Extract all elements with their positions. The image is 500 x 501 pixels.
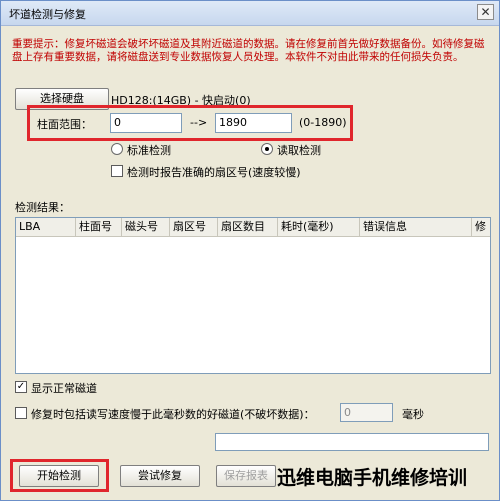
cylinder-range-hint: (0-1890)	[299, 116, 347, 129]
radio-selected-dot	[265, 147, 269, 151]
results-table-header: LBA 柱面号 磁头号 扇区号 扇区数目 耗时(毫秒) 错误信息 修	[16, 218, 490, 237]
cylinder-from-input[interactable]: 0	[110, 113, 182, 133]
standard-check-label: 标准检测	[127, 144, 171, 157]
show-normal-checkbox[interactable]: ✓	[15, 381, 27, 393]
read-check-label: 读取检测	[277, 144, 321, 157]
repair-slow-checkbox[interactable]	[15, 407, 27, 419]
column-lba[interactable]: LBA	[16, 218, 76, 236]
results-table[interactable]: LBA 柱面号 磁头号 扇区号 扇区数目 耗时(毫秒) 错误信息 修	[15, 217, 491, 374]
column-sector[interactable]: 扇区号	[170, 218, 218, 236]
title-bar: 坏道检测与修复 ✕	[1, 1, 499, 26]
column-repair[interactable]: 修	[472, 218, 490, 236]
report-sector-label: 检测时报告准确的扇区号(速度较慢)	[127, 166, 301, 179]
cylinder-to-input[interactable]: 1890	[215, 113, 292, 133]
cylinder-range-label: 柱面范围：	[37, 118, 92, 131]
close-button[interactable]: ✕	[477, 4, 494, 20]
column-elapsed[interactable]: 耗时(毫秒)	[278, 218, 360, 236]
show-normal-label: 显示正常磁道	[31, 382, 97, 395]
column-error[interactable]: 错误信息	[360, 218, 472, 236]
slow-ms-input[interactable]: 0	[340, 403, 393, 422]
standard-check-radio[interactable]	[111, 143, 123, 155]
warning-text: 重要提示：修复坏磁道会破坏坏磁道及其附近磁道的数据。请在修复前首先做好数据备份。…	[12, 38, 485, 63]
save-report-button[interactable]: 保存报表	[216, 465, 276, 487]
progress-bar	[215, 433, 489, 451]
report-sector-checkbox[interactable]	[111, 165, 123, 177]
start-check-button[interactable]: 开始检测	[19, 465, 99, 487]
repair-slow-label: 修复时包括读写速度慢于此毫秒数的好磁道(不破坏数据)：	[31, 408, 315, 421]
results-label: 检测结果：	[15, 201, 70, 214]
column-cylinder[interactable]: 柱面号	[76, 218, 122, 236]
range-arrow: -->	[190, 116, 208, 129]
window-title: 坏道检测与修复	[9, 8, 86, 21]
column-sector-count[interactable]: 扇区数目	[218, 218, 278, 236]
ms-unit: 毫秒	[402, 408, 424, 421]
read-check-radio[interactable]	[261, 143, 273, 155]
try-repair-button[interactable]: 尝试修复	[120, 465, 200, 487]
column-head[interactable]: 磁头号	[122, 218, 170, 236]
disk-info: HD128:(14GB) - 快启动(0)	[111, 94, 251, 107]
select-disk-button[interactable]: 选择硬盘	[15, 88, 109, 110]
bad-track-dialog: 坏道检测与修复 ✕ 重要提示：修复坏磁道会破坏坏磁道及其附近磁道的数据。请在修复…	[0, 0, 500, 501]
watermark-text: 迅维电脑手机维修培训	[277, 467, 468, 489]
